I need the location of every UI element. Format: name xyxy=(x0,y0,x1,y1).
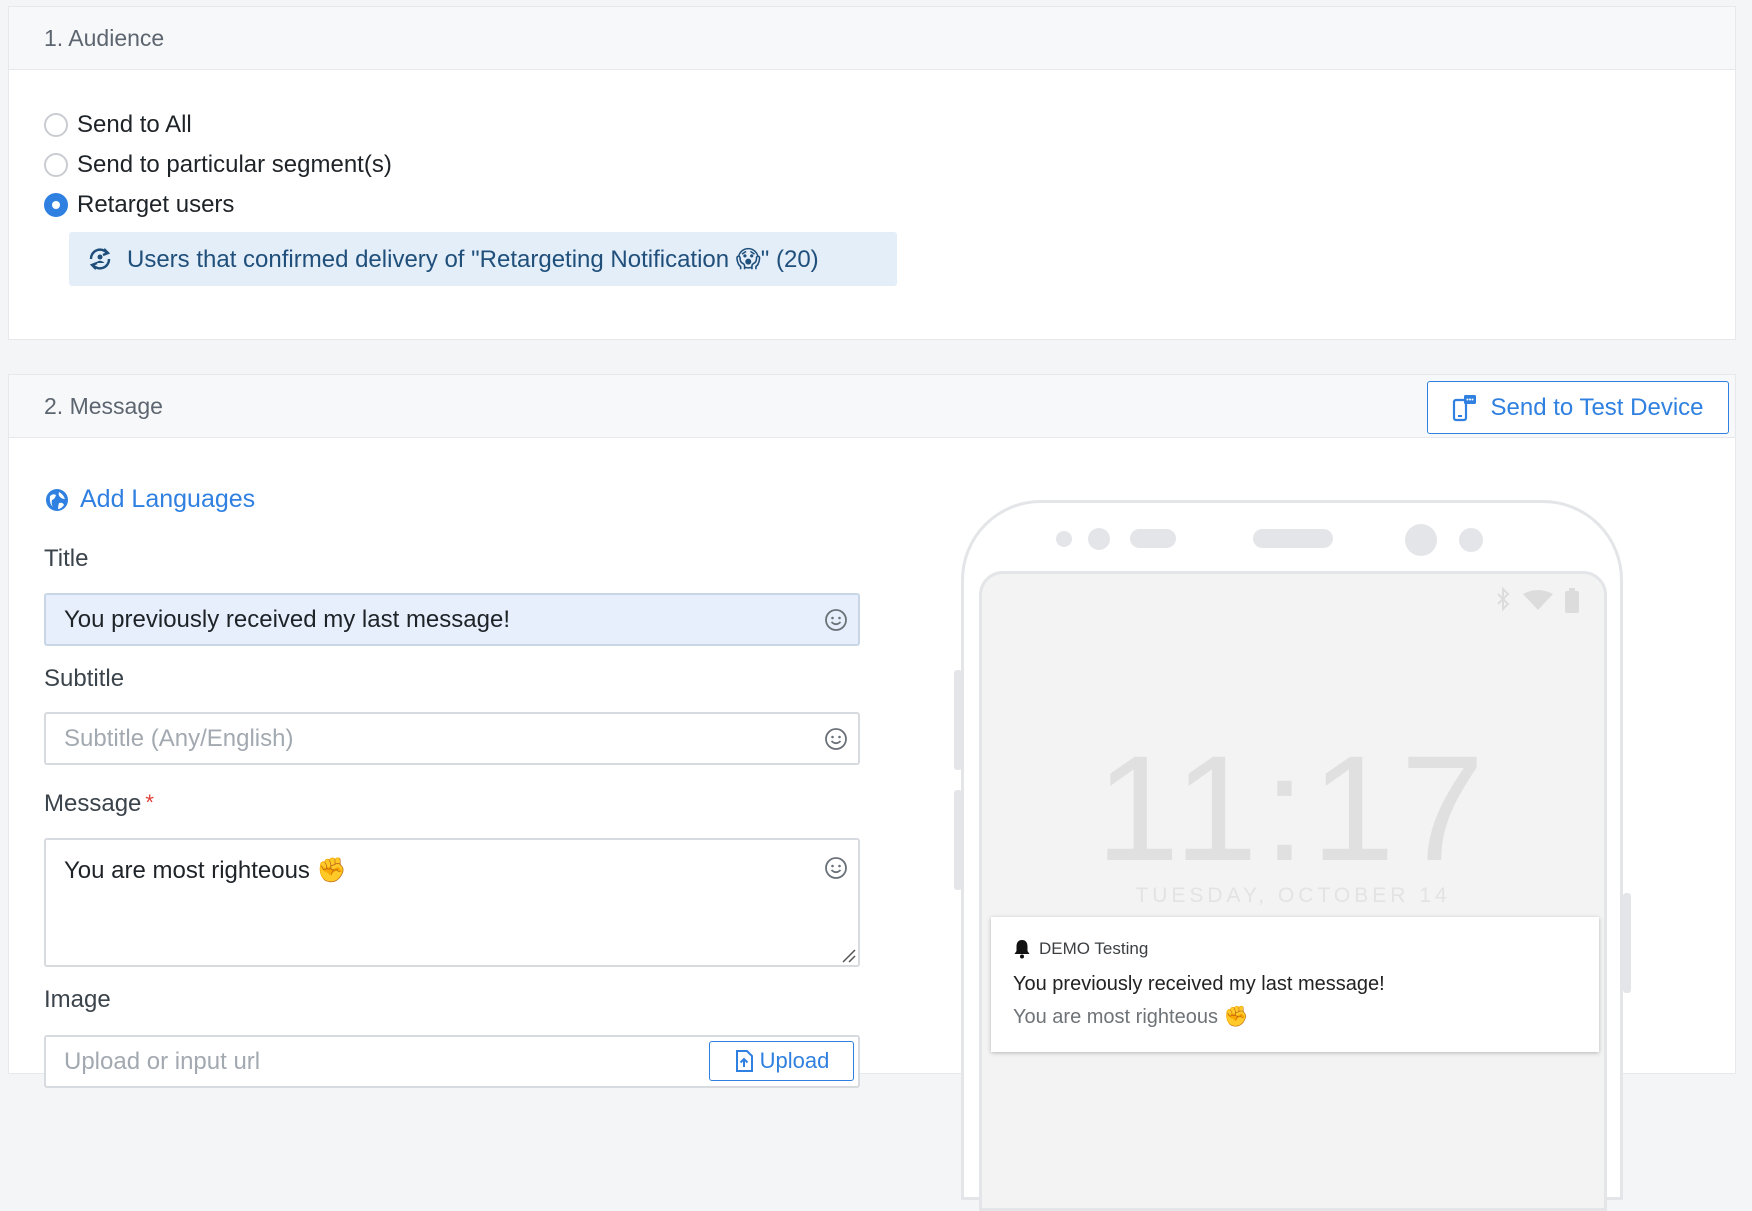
bell-icon xyxy=(1014,940,1030,959)
globe-icon xyxy=(46,488,68,511)
image-label: Image xyxy=(44,986,111,1013)
phone-speaker xyxy=(1253,529,1333,548)
subtitle-label: Subtitle xyxy=(44,665,125,692)
phone-camera xyxy=(1405,524,1437,556)
test-device-icon xyxy=(1453,394,1477,421)
audience-title: 1. Audience xyxy=(44,24,165,51)
audience-header: 1. Audience xyxy=(9,7,1735,70)
retarget-info-text: Users that confirmed delivery of "Retarg… xyxy=(127,245,819,273)
message-panel: 2. Message Send to Test Device Add Langu… xyxy=(8,374,1736,1211)
upload-label: Upload xyxy=(759,1048,830,1073)
title-value: You previously received my last message! xyxy=(64,605,510,633)
upload-icon xyxy=(735,1050,753,1072)
message-header: 2. Message Send to Test Device xyxy=(9,375,1735,438)
retarget-info-box: Users that confirmed delivery of "Retarg… xyxy=(69,232,897,286)
lock-screen-time: 11:17 xyxy=(1095,724,1491,892)
radio-retarget-users[interactable]: Retarget users xyxy=(44,191,234,219)
radio-send-to-segment[interactable]: Send to particular segment(s) xyxy=(44,151,392,179)
message-value: You are most righteous ✊ xyxy=(64,857,347,884)
resize-handle-icon[interactable] xyxy=(840,947,856,963)
phone-sensor-dot xyxy=(1459,528,1483,552)
notification-body: You are most righteous ✊ xyxy=(1013,1006,1249,1028)
phone-power-button xyxy=(1623,893,1631,993)
retarget-icon xyxy=(89,248,111,270)
message-textarea[interactable]: You are most righteous ✊ xyxy=(44,838,860,967)
radio-button-checked[interactable] xyxy=(44,193,68,217)
required-marker: * xyxy=(145,790,154,815)
notification-preview: DEMO Testing You previously received my … xyxy=(991,917,1599,1052)
status-icons xyxy=(1497,586,1579,613)
message-label-text: Message xyxy=(44,790,142,817)
lock-screen-date: TUESDAY, OCTOBER 14 xyxy=(1135,884,1451,907)
emoji-picker-icon[interactable] xyxy=(824,856,848,880)
emoji-picker-icon[interactable] xyxy=(824,727,848,751)
battery-icon xyxy=(1565,588,1579,613)
phone-preview: 11:17 TUESDAY, OCTOBER 14 DEMO Testing Y… xyxy=(961,500,1623,1211)
bluetooth-icon xyxy=(1497,586,1510,612)
subtitle-input[interactable]: Subtitle (Any/English) xyxy=(44,712,860,765)
radio-send-to-all[interactable]: Send to All xyxy=(44,111,192,139)
upload-button[interactable]: Upload xyxy=(709,1041,854,1081)
title-input[interactable]: You previously received my last message! xyxy=(44,593,860,646)
phone-lock-screen: 11:17 TUESDAY, OCTOBER 14 DEMO Testing Y… xyxy=(979,571,1607,1211)
notification-app-name: DEMO Testing xyxy=(1039,939,1149,958)
audience-panel: 1. Audience Send to All Send to particul… xyxy=(8,6,1736,340)
wifi-icon xyxy=(1523,590,1553,610)
phone-sensor-pill xyxy=(1130,529,1176,548)
message-title: 2. Message xyxy=(44,392,163,419)
send-to-test-device-label: Send to Test Device xyxy=(1490,393,1704,421)
radio-label: Send to All xyxy=(77,111,192,138)
emoji-picker-icon[interactable] xyxy=(824,608,848,632)
radio-button[interactable] xyxy=(44,113,68,137)
send-to-test-device-button[interactable]: Send to Test Device xyxy=(1427,381,1729,434)
message-field-label: Message * xyxy=(44,790,154,818)
add-languages-link[interactable]: Add Languages xyxy=(44,485,255,514)
notification-title: You previously received my last message! xyxy=(1013,973,1385,995)
notification-header: DEMO Testing xyxy=(1013,939,1577,959)
radio-label: Send to particular segment(s) xyxy=(77,151,392,178)
subtitle-placeholder: Subtitle (Any/English) xyxy=(64,724,294,752)
phone-sensor-dot xyxy=(1056,531,1072,547)
radio-label: Retarget users xyxy=(77,191,235,218)
title-label: Title xyxy=(44,545,89,572)
radio-button[interactable] xyxy=(44,153,68,177)
phone-sensor-dot xyxy=(1088,528,1110,550)
add-languages-label: Add Languages xyxy=(80,485,256,513)
